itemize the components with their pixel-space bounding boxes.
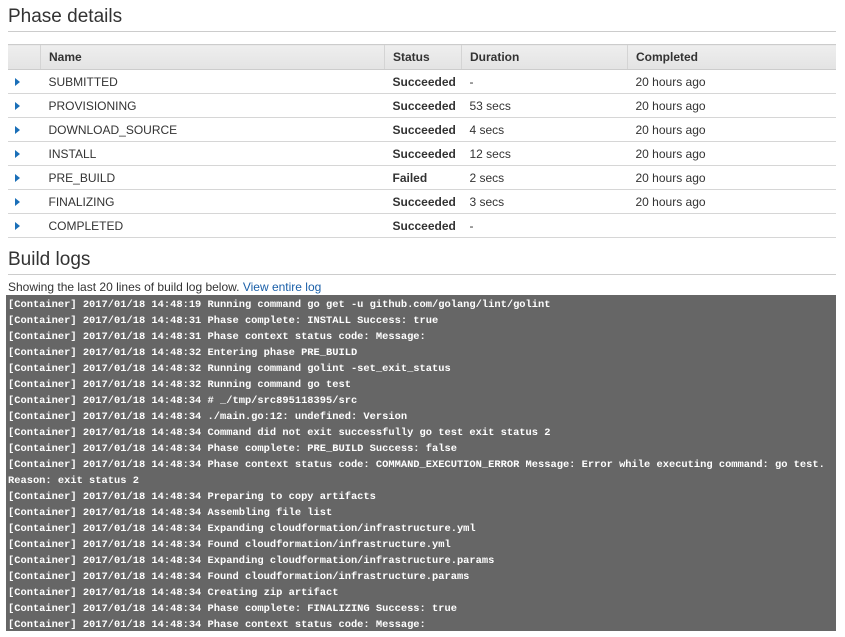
log-line: [Container] 2017/01/18 14:48:32 Running … [8, 379, 351, 391]
log-line: [Container] 2017/01/18 14:48:34 Expandin… [8, 523, 476, 535]
phase-status: Succeeded [384, 213, 462, 238]
phase-completed: 20 hours ago [627, 165, 836, 190]
phase-row[interactable]: PROVISIONING Succeeded 53 secs 20 hours ago [8, 93, 836, 118]
phase-row[interactable]: PRE_BUILD Failed 2 secs 20 hours ago [8, 165, 836, 190]
build-logs-divider [8, 274, 836, 275]
phase-status: Failed [384, 165, 462, 190]
phase-name: INSTALL [40, 141, 385, 166]
caret-right-icon [15, 222, 20, 231]
phase-details-table: Name Status Duration Completed SUBMITTED… [8, 44, 836, 238]
log-line: [Container] 2017/01/18 14:48:34 Phase co… [8, 443, 457, 455]
phase-duration: 53 secs [461, 93, 628, 118]
view-entire-log-link[interactable]: View entire log [243, 280, 322, 294]
phase-duration: - [461, 69, 628, 94]
table-header-row: Name Status Duration Completed [8, 44, 836, 70]
phase-completed: 20 hours ago [627, 189, 836, 214]
expand-toggle[interactable] [8, 189, 41, 214]
log-line: [Container] 2017/01/18 14:48:34 Phase co… [8, 619, 426, 631]
build-log-intro: Showing the last 20 lines of build log b… [8, 280, 321, 294]
phase-row[interactable]: DOWNLOAD_SOURCE Succeeded 4 secs 20 hours a… [8, 117, 836, 142]
log-line: [Container] 2017/01/18 14:48:19 Running … [8, 299, 551, 311]
expand-toggle[interactable] [8, 213, 41, 238]
log-line: [Container] 2017/01/18 14:48:34 # _/tmp/… [8, 395, 358, 407]
log-line: [Container] 2017/01/18 14:48:34 Preparin… [8, 491, 376, 503]
expand-toggle[interactable] [8, 69, 41, 94]
column-header-duration[interactable]: Duration [461, 44, 628, 70]
log-line: [Container] 2017/01/18 14:48:31 Phase co… [8, 315, 439, 327]
log-line: [Container] 2017/01/18 14:48:34 Command … [8, 427, 551, 439]
column-header-name[interactable]: Name [40, 44, 385, 70]
phase-completed: 20 hours ago [627, 93, 836, 118]
phase-status: Succeeded [384, 69, 462, 94]
caret-right-icon [15, 102, 20, 111]
build-logs-title: Build logs [8, 249, 91, 270]
caret-right-icon [15, 78, 20, 87]
expand-column-header [8, 44, 41, 70]
phase-duration: 3 secs [461, 189, 628, 214]
phase-name: DOWNLOAD_SOURCE [40, 117, 385, 142]
caret-right-icon [15, 150, 20, 159]
phase-completed: 20 hours ago [627, 141, 836, 166]
phase-name: PROVISIONING [40, 93, 385, 118]
column-header-completed[interactable]: Completed [627, 44, 836, 70]
phase-duration: - [461, 213, 628, 238]
expand-toggle[interactable] [8, 165, 41, 190]
log-line: [Container] 2017/01/18 14:48:32 Running … [8, 363, 451, 375]
caret-right-icon [15, 198, 20, 207]
phase-status: Succeeded [384, 93, 462, 118]
phase-name: PRE_BUILD [40, 165, 385, 190]
phase-name: COMPLETED [40, 213, 385, 238]
log-line: [Container] 2017/01/18 14:48:34 ./main.g… [8, 411, 408, 423]
phase-row[interactable]: COMPLETED Succeeded - [8, 213, 836, 238]
log-line: [Container] 2017/01/18 14:48:34 Found cl… [8, 571, 470, 583]
phase-completed: 20 hours ago [627, 117, 836, 142]
caret-right-icon [15, 126, 20, 135]
log-line: [Container] 2017/01/18 14:48:32 Entering… [8, 347, 358, 359]
phase-row[interactable]: FINALIZING Succeeded 3 secs 20 hours ago [8, 189, 836, 214]
column-header-status[interactable]: Status [384, 44, 462, 70]
phase-duration: 12 secs [461, 141, 628, 166]
phase-completed [627, 213, 836, 238]
phase-duration: 4 secs [461, 117, 628, 142]
build-log-output[interactable]: [Container] 2017/01/18 14:48:19 Running … [6, 295, 836, 631]
phase-name: FINALIZING [40, 189, 385, 214]
log-line: [Container] 2017/01/18 14:48:34 Found cl… [8, 539, 451, 551]
caret-right-icon [15, 174, 20, 183]
phase-row[interactable]: INSTALL Succeeded 12 secs 20 hours ago [8, 141, 836, 166]
log-line: [Container] 2017/01/18 14:48:34 Assembli… [8, 507, 333, 519]
expand-toggle[interactable] [8, 93, 41, 118]
expand-toggle[interactable] [8, 141, 41, 166]
phase-completed: 20 hours ago [627, 69, 836, 94]
log-line: [Container] 2017/01/18 14:48:34 Expandin… [8, 555, 495, 567]
log-line: [Container] 2017/01/18 14:48:34 Phase co… [8, 603, 457, 615]
expand-toggle[interactable] [8, 117, 41, 142]
phase-status: Succeeded [384, 141, 462, 166]
phase-details-divider [8, 31, 836, 32]
log-line: [Container] 2017/01/18 14:48:31 Phase co… [8, 331, 426, 343]
phase-duration: 2 secs [461, 165, 628, 190]
phase-details-title: Phase details [8, 6, 123, 27]
build-log-intro-text: Showing the last 20 lines of build log b… [8, 280, 243, 294]
phase-status: Succeeded [384, 189, 462, 214]
log-line: [Container] 2017/01/18 14:48:34 Creating… [8, 587, 339, 599]
phase-status: Succeeded [384, 117, 462, 142]
phase-row[interactable]: SUBMITTED Succeeded -20 hours ago [8, 69, 836, 94]
log-line: [Container] 2017/01/18 14:48:34 Phase co… [8, 459, 832, 487]
phase-name: SUBMITTED [40, 69, 385, 94]
